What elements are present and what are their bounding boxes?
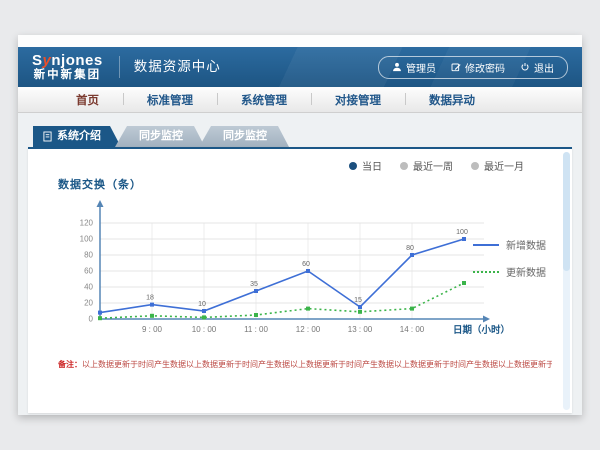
svg-text:80: 80 <box>84 251 93 260</box>
tab-system-intro[interactable]: 系统介绍 <box>33 126 121 147</box>
user-icon <box>392 62 402 72</box>
power-icon <box>520 62 530 72</box>
user-toolbar: 管理员 修改密码 退出 <box>378 56 568 79</box>
svg-text:18: 18 <box>146 295 154 302</box>
green-dotted-line-sample <box>473 271 499 273</box>
series-legend: 新增数据 更新数据 <box>473 237 546 279</box>
filter-label: 最近一周 <box>413 158 453 173</box>
filter-label: 最近一月 <box>484 158 524 173</box>
svg-text:14 : 00: 14 : 00 <box>400 325 425 334</box>
nav-item-standard-mgmt[interactable]: 标准管理 <box>123 92 217 108</box>
svg-text:日期（小时）: 日期（小时） <box>453 324 510 336</box>
edit-icon <box>451 62 461 72</box>
window-top-strip <box>18 35 582 47</box>
filter-option-last-week[interactable]: 最近一周 <box>400 158 453 173</box>
legend-item-updated-data[interactable]: 更新数据 <box>473 264 546 279</box>
svg-text:11 : 00: 11 : 00 <box>244 325 268 334</box>
logout-button[interactable]: 退出 <box>520 60 554 75</box>
svg-text:60: 60 <box>302 261 310 268</box>
svg-text:12 : 00: 12 : 00 <box>296 325 321 334</box>
tab-bar: 系统介绍 同步监控 同步监控 <box>18 113 582 147</box>
change-password-button[interactable]: 修改密码 <box>451 60 505 75</box>
application-window: Synjones 新中新集团 数据资源中心 管理员 修改密码 退出 首页 标准管… <box>18 35 582 415</box>
y-axis-title: 数据交换（条） <box>58 176 142 192</box>
app-header: Synjones 新中新集团 数据资源中心 管理员 修改密码 退出 <box>18 47 582 87</box>
blue-line-sample <box>473 244 499 246</box>
svg-text:20: 20 <box>84 299 93 308</box>
company-logo: Synjones 新中新集团 <box>32 53 103 81</box>
nav-item-interface-mgmt[interactable]: 对接管理 <box>311 92 405 108</box>
filter-option-last-month[interactable]: 最近一月 <box>471 158 524 173</box>
svg-text:9 : 00: 9 : 00 <box>142 325 163 334</box>
svg-text:40: 40 <box>84 283 93 292</box>
footnote: 备注：以上数据更新于时间产生数据以上数据更新于时间产生数据以上数据更新于时间产生… <box>58 359 552 370</box>
filter-label: 当日 <box>362 158 382 173</box>
tab-label: 系统介绍 <box>57 126 101 147</box>
main-nav: 首页 标准管理 系统管理 对接管理 数据异动 <box>18 87 582 113</box>
svg-text:10 : 00: 10 : 00 <box>192 325 217 334</box>
page-title: 数据资源中心 <box>119 56 221 78</box>
chart-panel: 当日 最近一周 最近一月 数据交换（条） 0 20 40 60 80 100 120 9 : … <box>28 147 572 413</box>
svg-text:100: 100 <box>80 235 94 244</box>
legend-item-new-data[interactable]: 新增数据 <box>473 237 546 252</box>
svg-text:10: 10 <box>198 301 206 308</box>
svg-text:15: 15 <box>354 297 362 304</box>
nav-item-data-change[interactable]: 数据异动 <box>405 92 499 108</box>
content-area: 系统介绍 同步监控 同步监控 当日 最近一周 <box>18 113 582 415</box>
time-range-filter: 当日 最近一周 最近一月 <box>349 158 524 173</box>
panel-scrollbar[interactable] <box>563 152 570 410</box>
logo-suffix: njones <box>51 52 102 69</box>
footnote-prefix: 备注： <box>58 360 82 369</box>
nav-item-home[interactable]: 首页 <box>52 92 123 108</box>
svg-text:120: 120 <box>80 219 94 228</box>
footnote-text: 以上数据更新于时间产生数据以上数据更新于时间产生数据以上数据更新于时间产生数据以… <box>82 360 552 369</box>
tab-sync-monitor-2[interactable]: 同步监控 <box>199 126 289 147</box>
svg-text:13 : 00: 13 : 00 <box>348 325 373 334</box>
svg-text:60: 60 <box>84 267 93 276</box>
admin-label: 管理员 <box>406 60 436 75</box>
document-icon <box>43 131 52 142</box>
legend-label: 更新数据 <box>506 264 546 279</box>
svg-text:35: 35 <box>250 281 258 288</box>
filter-option-today[interactable]: 当日 <box>349 158 382 173</box>
radio-dot <box>471 162 479 170</box>
tab-sync-monitor-1[interactable]: 同步监控 <box>115 126 205 147</box>
line-chart: 0 20 40 60 80 100 120 9 : 00 10 : 00 11 : 00 12 : … <box>42 191 512 345</box>
logout-label: 退出 <box>534 60 554 75</box>
admin-user-button[interactable]: 管理员 <box>392 60 436 75</box>
logo-prefix: S <box>32 52 43 69</box>
tab-label: 同步监控 <box>223 126 267 147</box>
radio-dot <box>349 162 357 170</box>
legend-label: 新增数据 <box>506 237 546 252</box>
tab-label: 同步监控 <box>139 126 183 147</box>
change-password-label: 修改密码 <box>465 60 505 75</box>
svg-text:100: 100 <box>456 229 468 236</box>
svg-text:0: 0 <box>89 315 94 324</box>
svg-text:80: 80 <box>406 245 414 252</box>
nav-item-system-mgmt[interactable]: 系统管理 <box>217 92 311 108</box>
scrollbar-thumb[interactable] <box>563 152 570 271</box>
radio-dot <box>400 162 408 170</box>
logo-subtitle: 新中新集团 <box>32 69 103 81</box>
logo-wordmark: Synjones <box>32 53 103 69</box>
